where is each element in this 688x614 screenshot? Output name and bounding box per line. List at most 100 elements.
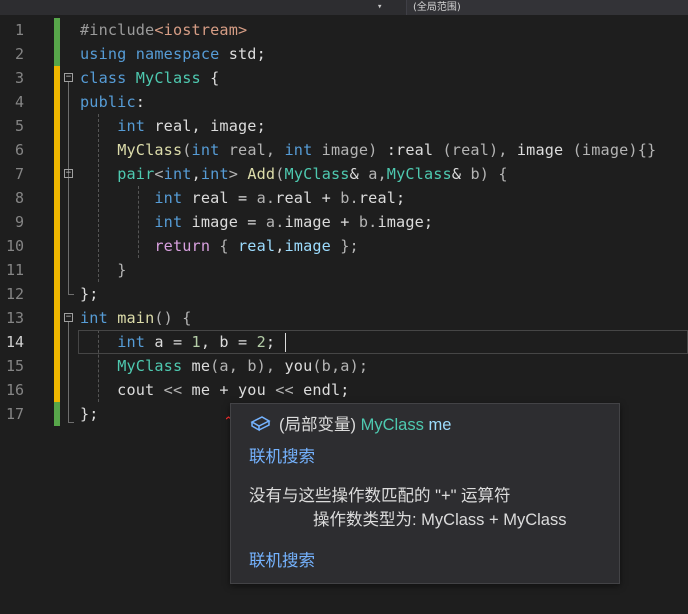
code-token: <<	[275, 381, 294, 399]
code-token: real, image;	[145, 117, 266, 135]
code-line[interactable]: cout << me + you << endl;	[80, 378, 350, 402]
code-token: 1	[191, 333, 201, 351]
code-token: int	[80, 309, 108, 327]
code-line[interactable]: class MyClass {	[80, 66, 219, 90]
code-line[interactable]: int main() {	[80, 306, 192, 330]
code-token: class	[80, 69, 127, 87]
code-line[interactable]: int real = a.real + b.real;	[80, 186, 405, 210]
code-token: {	[219, 237, 239, 255]
code-token: &	[349, 165, 369, 183]
line-number: 6	[14, 141, 24, 159]
code-line[interactable]: pair<int,int> Add(MyClass& a,MyClass& b)…	[80, 162, 508, 186]
line-number: 9	[14, 213, 24, 231]
line-number: 12	[5, 285, 24, 303]
code-token: pair	[117, 165, 155, 183]
line-number: 16	[5, 381, 24, 399]
code-line[interactable]: MyClass me(a, b), you(b,a);	[80, 354, 368, 378]
code-token: MyClass	[135, 69, 201, 87]
code-line[interactable]: using namespace std;	[80, 42, 266, 66]
code-token: ,	[191, 165, 201, 183]
change-indicator-saved	[54, 402, 60, 426]
code-token: a,	[368, 165, 387, 183]
quick-info-tooltip: (局部变量) MyClass me 联机搜索 没有与这些操作数匹配的 "+" 运…	[230, 403, 620, 584]
code-line[interactable]: };	[80, 402, 99, 426]
code-token: {	[200, 69, 220, 87]
code-token: &	[451, 165, 471, 183]
change-indicator-saved	[54, 18, 60, 66]
scope-dropdown[interactable]: (全局范围)	[406, 0, 688, 15]
code-token: b.	[358, 213, 378, 231]
code-line[interactable]: return { real,image };	[80, 234, 359, 258]
code-token: return	[154, 237, 211, 255]
code-token: b.	[340, 189, 359, 207]
code-token: image	[516, 141, 573, 159]
online-search-link-2[interactable]: 联机搜索	[249, 550, 315, 572]
collapse-function-icon[interactable]: −	[64, 169, 73, 178]
code-token: cout	[80, 381, 164, 399]
code-token: int	[200, 165, 229, 183]
code-line[interactable]: int image = a.image + b.image;	[80, 210, 433, 234]
code-line[interactable]: int real, image;	[80, 114, 266, 138]
line-number: 17	[5, 405, 24, 423]
line-number: 14	[5, 333, 24, 351]
code-line[interactable]: public:	[80, 90, 145, 114]
code-token: endl;	[293, 381, 350, 399]
line-number: 4	[14, 93, 24, 111]
code-token: <iostream>	[154, 21, 248, 39]
online-search-link[interactable]: 联机搜索	[249, 446, 315, 468]
code-token: int	[117, 333, 146, 351]
code-token: image;	[377, 213, 434, 231]
code-line[interactable]: MyClass(int real, int image) :real (real…	[80, 138, 656, 162]
code-line[interactable]: int a = 1, b = 2;	[80, 330, 275, 354]
code-token: a.	[256, 189, 276, 207]
text-caret	[285, 333, 286, 352]
code-token: int	[154, 213, 183, 231]
error-message: 没有与这些操作数匹配的 "+" 运算符	[249, 487, 511, 505]
symbol-declaration: (局部变量) MyClass me	[279, 414, 451, 436]
code-token: int	[163, 165, 192, 183]
symbol-type: MyClass	[360, 416, 424, 434]
code-token: MyClass	[284, 165, 350, 183]
chevron-down-icon[interactable]: ▾	[377, 0, 382, 15]
code-line[interactable]: #include<iostream>	[80, 18, 247, 42]
code-token: }	[117, 261, 127, 279]
line-number: 7	[14, 165, 24, 183]
fold-line	[68, 322, 69, 422]
code-token: int	[284, 141, 313, 159]
code-token: public	[80, 93, 136, 111]
collapse-main-icon[interactable]: −	[64, 313, 73, 322]
code-line[interactable]: }	[80, 258, 126, 282]
code-token: namespace	[135, 45, 220, 63]
code-token: a.	[265, 213, 285, 231]
code-token: , b =	[200, 333, 257, 351]
line-number: 1	[14, 21, 24, 39]
code-token: you	[284, 357, 313, 375]
line-number: 15	[5, 357, 24, 375]
change-indicator-unsaved	[54, 66, 60, 402]
code-token: using	[80, 45, 127, 63]
code-token: a =	[145, 333, 192, 351]
fold-end	[68, 422, 74, 423]
local-variable-icon	[250, 416, 271, 432]
collapse-class-icon[interactable]: −	[64, 73, 73, 82]
code-token: int	[191, 141, 220, 159]
code-token: me + you	[182, 381, 276, 399]
code-token: main	[117, 309, 155, 327]
navigation-bar: ▾ (全局范围)	[0, 0, 688, 15]
fold-line	[68, 82, 69, 294]
code-token: :	[135, 93, 146, 111]
code-token: (image){}	[572, 141, 657, 159]
line-number: 11	[5, 261, 24, 279]
code-line[interactable]: };	[80, 282, 99, 306]
code-token: };	[80, 285, 99, 303]
line-number: 2	[14, 45, 24, 63]
